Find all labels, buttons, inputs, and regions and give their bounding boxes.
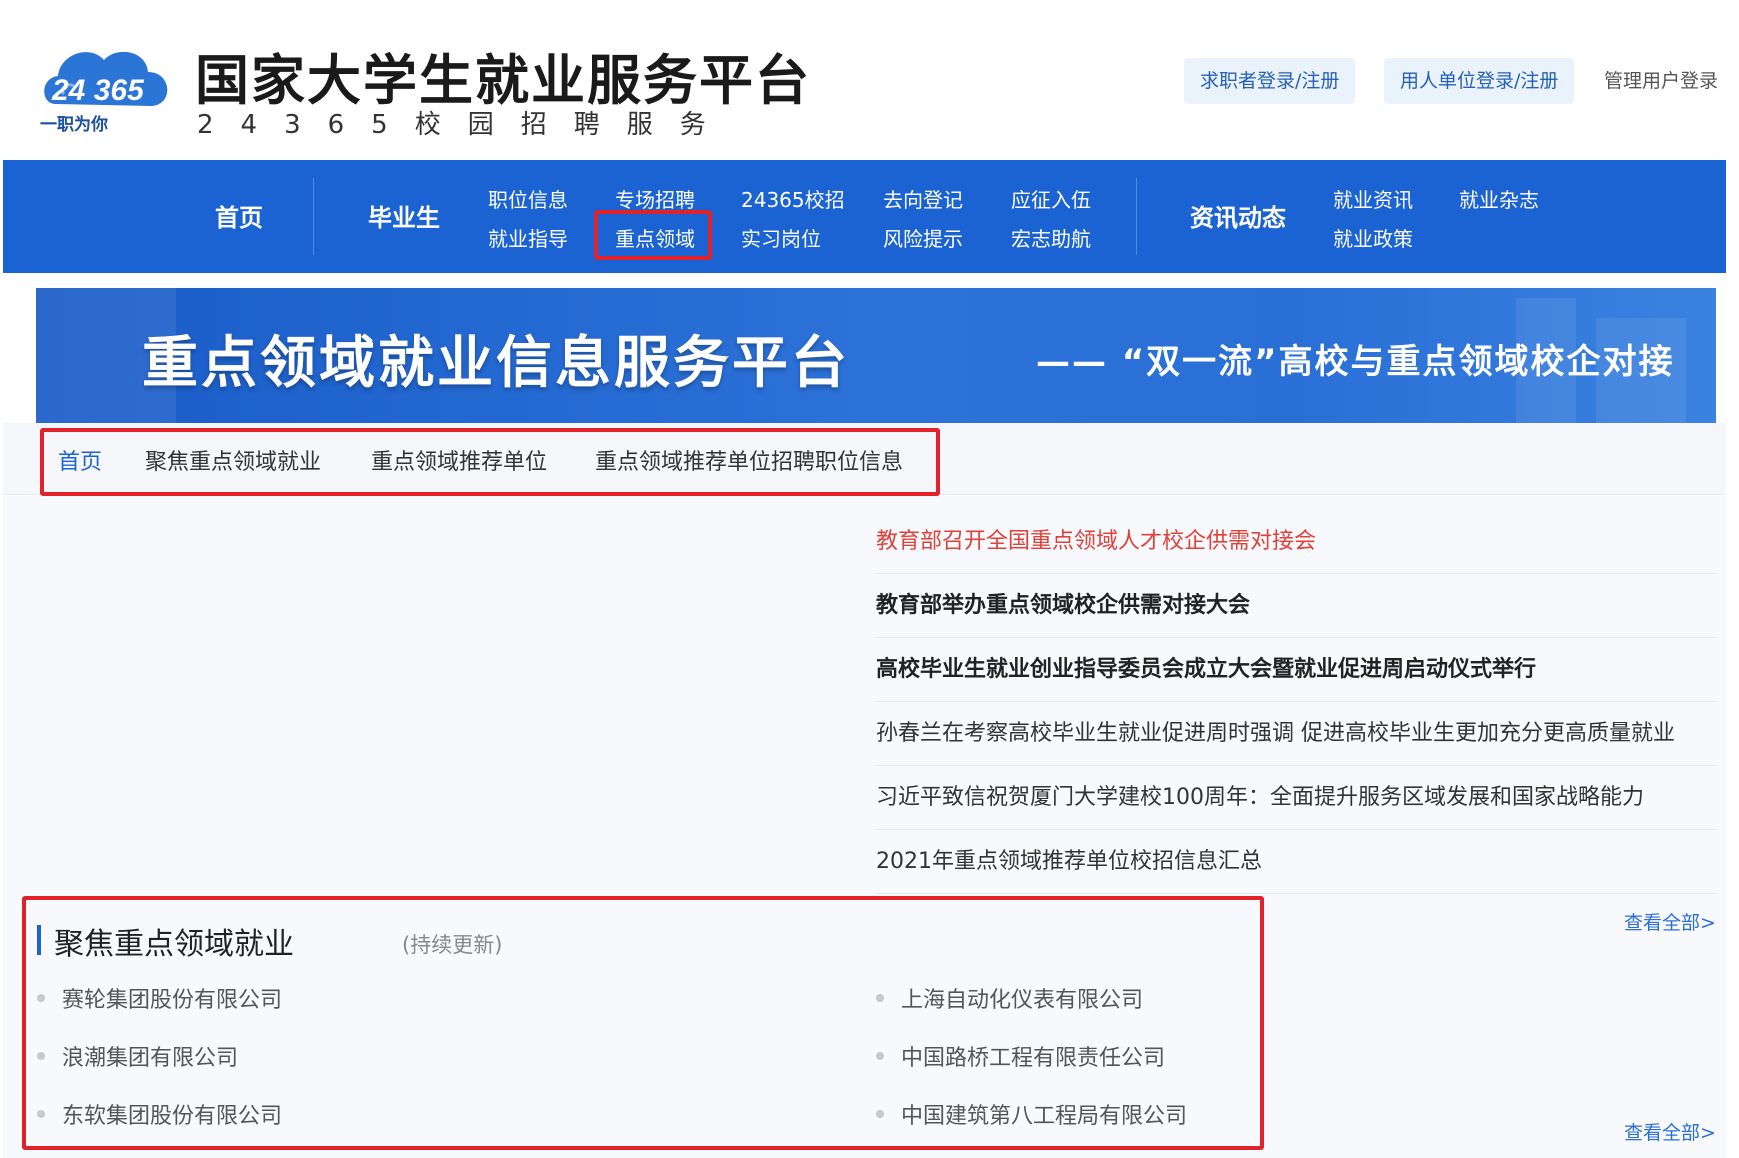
nav-destination[interactable]: 去向登记 [883,184,963,213]
site-header: 24 365 一职为你 国家大学生就业服务平台 24365校园招聘服务 求职者登… [0,0,1739,160]
news-item[interactable]: 孙春兰在考察高校毕业生就业促进周时强调 促进高校毕业生更加充分更高质量就业 [876,702,1716,766]
nav-divider [313,178,314,255]
nav-campus-recruit[interactable]: 24365校招 [741,184,845,213]
nav-graduates[interactable]: 毕业生 [368,198,440,233]
nav-risk-alert[interactable]: 风险提示 [883,223,963,252]
logo-slogan: 一职为你 [40,114,108,135]
logo-number: 24 365 [51,74,145,107]
page: 24 365 一职为你 国家大学生就业服务平台 24365校园招聘服务 求职者登… [0,0,1739,1158]
nav-policy[interactable]: 就业政策 [1333,223,1413,252]
nav-divider [1136,178,1137,255]
news-item[interactable]: 教育部举办重点领域校企供需对接大会 [876,574,1716,638]
nav-internship[interactable]: 实习岗位 [741,223,821,252]
nav-western[interactable]: 宏志助航 [1011,223,1091,252]
employer-login-button[interactable]: 用人单位登录/注册 [1384,58,1575,104]
nav-magazine[interactable]: 就业杂志 [1459,184,1539,213]
highlight-box [22,896,1264,1150]
admin-login-link[interactable]: 管理用户登录 [1588,58,1734,104]
news-item[interactable]: 习近平致信祝贺厦门大学建校100周年：全面提升服务区域发展和国家战略能力 [876,766,1716,830]
nav-employment-info[interactable]: 就业资讯 [1333,184,1413,213]
banner-subtitle: —— “双一流”高校与重点领域校企对接 [1036,342,1675,382]
news-item[interactable]: 高校毕业生就业创业指导委员会成立大会暨就业促进周启动仪式举行 [876,638,1716,702]
site-subtitle: 24365校园招聘服务 [197,110,733,140]
highlight-box [40,428,940,496]
job-seeker-login-button[interactable]: 求职者登录/注册 [1184,58,1356,104]
banner: 重点领域就业信息服务平台 —— “双一流”高校与重点领域校企对接 [36,288,1716,423]
news-item[interactable]: 2021年重点领域推荐单位校招信息汇总 [876,830,1716,894]
site-logo[interactable]: 24 365 一职为你 [38,38,178,138]
nav-job-info[interactable]: 职位信息 [488,184,568,213]
highlight-box [594,210,712,260]
nav-special-recruit[interactable]: 专场招聘 [615,184,695,213]
banner-title: 重点领域就业信息服务平台 [142,331,850,396]
nav-guidance[interactable]: 就业指导 [488,223,568,252]
news-list: 教育部召开全国重点领域人才校企供需对接会 教育部举办重点领域校企供需对接大会 高… [876,510,1716,894]
nav-home[interactable]: 首页 [215,198,263,233]
nav-enlist[interactable]: 应征入伍 [1011,184,1091,213]
news-item[interactable]: 教育部召开全国重点领域人才校企供需对接会 [876,510,1716,574]
view-all-link[interactable]: 查看全部> [1624,1118,1716,1145]
main-nav: 首页 毕业生 职位信息 就业指导 专场招聘 重点领域 24365校招 实习岗位 … [3,160,1726,273]
view-all-link[interactable]: 查看全部> [1624,908,1716,935]
nav-news[interactable]: 资讯动态 [1190,198,1286,233]
